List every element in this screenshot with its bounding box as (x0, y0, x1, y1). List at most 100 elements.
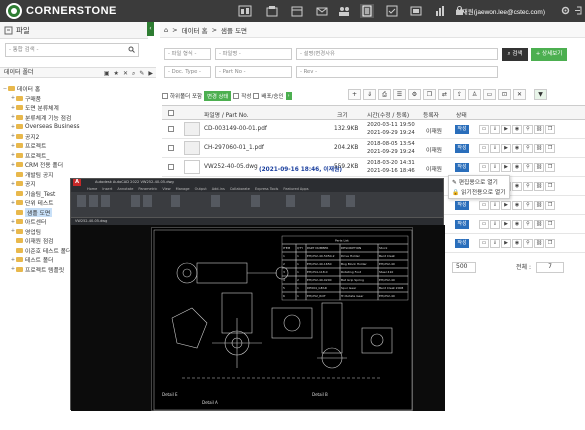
file-name[interactable]: CH-297060-01_1.pdf (204, 145, 264, 151)
settings-icon[interactable] (560, 5, 571, 16)
file-name-input[interactable]: - 파일명 - (215, 48, 292, 60)
autocad-window[interactable]: A Autodesk AutoCAD 2022 VW252-40-05.dwg … (70, 178, 445, 411)
lock-icon[interactable]: ⊡ (498, 89, 511, 100)
chart-icon[interactable] (433, 4, 447, 18)
copy-action-icon[interactable]: ❐ (545, 182, 555, 191)
copy-icon[interactable]: ❐ (423, 89, 436, 100)
part-no-input[interactable]: - Part No - (215, 66, 292, 78)
table-row[interactable]: CH-297060-01_1.pdf 204.2KB 2018-08-05 13:5… (162, 139, 585, 158)
play-icon[interactable]: ▶ (148, 69, 153, 79)
copy-action-icon[interactable]: ❐ (545, 125, 555, 134)
description-input[interactable]: - 설명(변경사유 (296, 48, 498, 60)
lock-icon[interactable] (454, 5, 465, 16)
download-action-icon[interactable]: ⇓ (490, 163, 500, 172)
doc-type-select[interactable]: - Doc. Type - (164, 66, 211, 78)
play-action-icon[interactable]: ▶ (501, 125, 511, 134)
copy-action-icon[interactable]: ❐ (545, 239, 555, 248)
copy-tool-icon[interactable] (143, 195, 152, 207)
link-action-icon[interactable]: ⛓ (534, 144, 544, 153)
project-icon[interactable] (265, 4, 279, 18)
file-name[interactable]: CD-003149-00-01.pdf (204, 126, 267, 132)
detail-view-button[interactable]: + 상세보기 (531, 48, 567, 61)
mail-icon[interactable] (315, 4, 329, 18)
circle-tool-icon[interactable] (101, 195, 110, 207)
global-search-input[interactable]: - 통합 검색 - (5, 43, 139, 57)
user-name[interactable]: 이재원(jaewon.lee@cstec.com) (456, 6, 545, 16)
block-tool-icon[interactable] (251, 195, 260, 207)
view-action-icon[interactable]: ◉ (512, 125, 522, 134)
cad-drawing-canvas[interactable]: Parts List ITEM QTY PART NUMBER DESCRIPTION S… (71, 225, 445, 411)
delete-icon[interactable]: ✕ (513, 89, 526, 100)
row-checkbox[interactable] (168, 145, 174, 151)
user-icon[interactable]: ♙ (468, 89, 481, 100)
download-action-icon[interactable]: ⇓ (490, 239, 500, 248)
col-time[interactable]: 시간(수정 / 등록) (367, 110, 409, 119)
open-readonly-menu-item[interactable]: 🔒 읽기전용으로 열기 (452, 188, 506, 198)
link-action-icon[interactable]: ⛓ (534, 239, 544, 248)
col-size[interactable]: 크기 (337, 110, 348, 119)
link-action-icon[interactable]: ⛓ (534, 201, 544, 210)
link-action-icon[interactable]: ⛓ (534, 163, 544, 172)
tree-item[interactable]: + 공지2 (2, 132, 152, 142)
copy-action-icon[interactable]: ❐ (545, 163, 555, 172)
layer-tool-icon[interactable] (211, 195, 220, 207)
folder-icon[interactable]: ▭ (483, 89, 496, 100)
play-action-icon[interactable]: ▶ (501, 220, 511, 229)
polyline-tool-icon[interactable] (89, 195, 98, 207)
view-action-icon[interactable]: ◉ (512, 163, 522, 172)
share-action-icon[interactable]: ⚲ (523, 182, 533, 191)
play-action-icon[interactable]: ▶ (501, 201, 511, 210)
copy-action-icon[interactable]: ❐ (545, 220, 555, 229)
copy-action-icon[interactable]: ❐ (545, 201, 555, 210)
folder-action-icon[interactable]: ▭ (479, 201, 489, 210)
board-icon[interactable] (409, 4, 423, 18)
draft-checkbox[interactable] (233, 93, 240, 99)
link-action-icon[interactable]: ⛓ (534, 182, 544, 191)
folder-action-icon[interactable]: ▭ (479, 144, 489, 153)
file-thumbnail[interactable] (184, 160, 200, 174)
approval-icon[interactable] (385, 4, 399, 18)
tree-item[interactable]: + Overseas Business (2, 122, 152, 132)
row-checkbox[interactable] (168, 164, 174, 170)
view-action-icon[interactable]: ◉ (512, 201, 522, 210)
col-registrant[interactable]: 등록자 (423, 110, 439, 119)
file-type-select[interactable]: - 파일 형식 - (164, 48, 211, 60)
download-action-icon[interactable]: ⇓ (490, 125, 500, 134)
expand-icon[interactable]: ✎ (139, 69, 144, 79)
download-action-icon[interactable]: ⇓ (490, 201, 500, 210)
list-icon[interactable]: ☰ (393, 89, 406, 100)
download-action-icon[interactable]: ⇓ (490, 144, 500, 153)
filter-icon[interactable]: ▼ (534, 89, 547, 100)
share-action-icon[interactable]: ⚲ (523, 163, 533, 172)
collapse-panel-button[interactable]: ‹ (147, 22, 154, 36)
rev-input[interactable]: - Rev - (296, 66, 498, 78)
share-action-icon[interactable]: ⚲ (523, 125, 533, 134)
search-icon[interactable] (128, 46, 135, 58)
include-subfolders-checkbox[interactable] (162, 93, 168, 99)
page-size-select[interactable]: 500 (452, 262, 476, 273)
favorite-icon[interactable]: ★ (114, 69, 119, 79)
dashboard-icon[interactable] (238, 4, 252, 18)
tree-item[interactable]: + 프로젝트 (2, 141, 152, 151)
cad-document-tab[interactable]: VW252-40-05.dwg (71, 218, 443, 225)
row-checkbox[interactable] (168, 126, 174, 132)
search-folder-icon[interactable]: ⌕ (132, 69, 135, 79)
file-name[interactable]: VW252-40-05.dwg (204, 164, 258, 170)
move-icon[interactable]: ⇄ (438, 89, 451, 100)
col-state[interactable]: 상태 (456, 110, 467, 119)
folder-action-icon[interactable]: ▭ (479, 239, 489, 248)
link-action-icon[interactable]: ⛓ (534, 125, 544, 134)
logout-icon[interactable] (574, 5, 585, 16)
calendar-icon[interactable] (290, 4, 304, 18)
brand-logo[interactable]: CORNERSTONE (6, 3, 117, 19)
link-action-icon[interactable]: ⛓ (534, 220, 544, 229)
view-action-icon[interactable]: ◉ (512, 144, 522, 153)
utilities-tool-icon[interactable] (346, 195, 355, 207)
distribution-checkbox[interactable] (253, 93, 260, 99)
breadcrumb-home[interactable]: 데이터 홈 (182, 25, 208, 35)
col-name[interactable]: 파일명 / Part No. (204, 110, 249, 119)
share-action-icon[interactable]: ⚲ (523, 239, 533, 248)
share-action-icon[interactable]: ⚲ (523, 144, 533, 153)
play-action-icon[interactable]: ▶ (501, 144, 511, 153)
share-action-icon[interactable]: ⚲ (523, 201, 533, 210)
